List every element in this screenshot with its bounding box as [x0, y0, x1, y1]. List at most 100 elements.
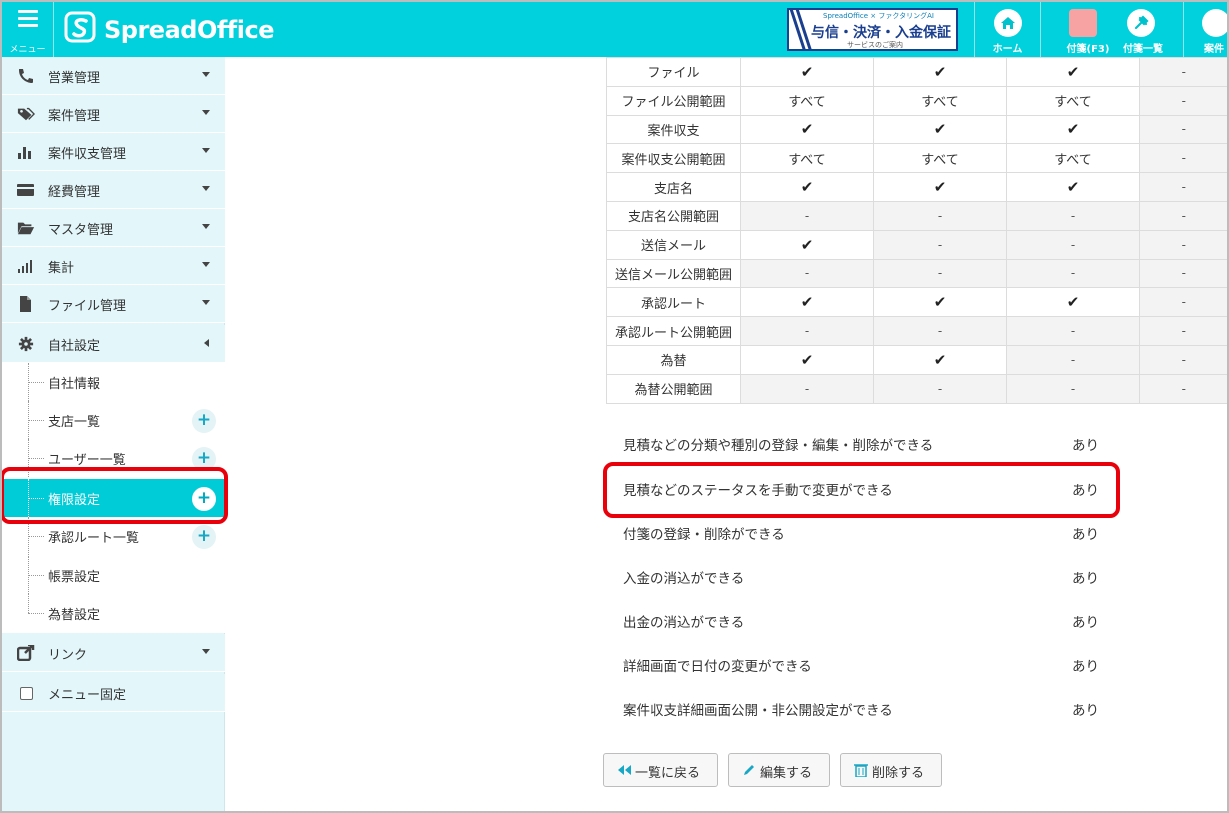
edit-button[interactable]: 編集する [728, 753, 830, 787]
sidebar-item-company-settings[interactable]: 自社設定 [2, 325, 225, 363]
menu-label: メニュー [9, 45, 46, 55]
chevron-down-icon [202, 262, 210, 267]
permission-value: あり [1072, 527, 1099, 543]
permission-value: あり [1072, 571, 1099, 587]
sidebar-item-label: 案件管理 [48, 109, 101, 124]
chevron-down-icon [202, 186, 210, 191]
sidebar-item-fix-menu[interactable]: メニュー固定 [2, 674, 225, 712]
table-cell: - [1139, 114, 1228, 145]
table-cell: - [1139, 200, 1228, 231]
sidebar-item-files[interactable]: ファイル管理 [2, 285, 225, 323]
top-header: メニュー SpreadOffice SpreadOffice × ファクタリング… [0, 0, 1229, 57]
delete-button[interactable]: 削除する [840, 753, 942, 787]
table-cell: - [1139, 85, 1228, 116]
permission-item: 案件収支詳細画面公開・非公開設定ができる あり [623, 699, 1143, 721]
table-cell: - [740, 200, 874, 231]
table-cell: - [1139, 316, 1228, 346]
tree-line [28, 458, 44, 459]
sidebar-item-sales[interactable]: 営業管理 [2, 57, 225, 95]
sidebar-item-master[interactable]: マスタ管理 [2, 209, 225, 247]
sidebar-subitem-company-info[interactable]: 自社情報 [2, 363, 225, 401]
sidebar: 営業管理 案件管理 案件収支管理 経費管理 マスタ管理 集計 ファイル管理 自社… [2, 57, 225, 811]
sidebar-item-label: 経費管理 [48, 185, 101, 200]
permission-label: 入金の消込ができる [623, 571, 745, 587]
check-icon-cell: ✔ [1006, 114, 1140, 145]
check-icon-cell: ✔ [740, 287, 874, 318]
table-cell: すべて [873, 85, 1007, 116]
sidebar-item-label: ファイル管理 [48, 299, 127, 314]
table-cell: - [1139, 344, 1228, 375]
external-link-icon [17, 645, 35, 661]
trash-icon [854, 764, 868, 777]
banner-sub-text: サービスのご案内 [847, 41, 903, 49]
sidebar-subitem-exchange[interactable]: 為替設定 [2, 594, 225, 632]
table-row: 案件収支 ✔ ✔ ✔ - [606, 114, 1228, 145]
sidebar-item-links[interactable]: リンク [2, 634, 225, 672]
tree-line [28, 575, 44, 576]
sidebar-item-cases[interactable]: 案件管理 [2, 95, 225, 133]
table-cell: - [1139, 258, 1228, 289]
check-icon-cell: ✔ [873, 172, 1007, 202]
sidebar-item-label: 集計 [48, 261, 75, 276]
table-cell: - [873, 200, 1007, 231]
file-icon [20, 296, 31, 312]
sidebar-item-label: リンク [48, 648, 88, 663]
permission-label: 出金の消込ができる [623, 615, 745, 631]
check-icon-cell: ✔ [1006, 57, 1140, 87]
row-label-cell: 為替公開範囲 [606, 373, 741, 404]
case-icon [1202, 9, 1229, 37]
checkbox-icon[interactable] [20, 687, 33, 700]
chevron-down-icon [202, 110, 210, 115]
sticky-list-button[interactable]: 付箋一覧 [1118, 0, 1182, 57]
table-cell: - [1139, 287, 1228, 318]
permission-item: 出金の消込ができる あり [623, 611, 1143, 633]
spreadoffice-logo-icon [64, 11, 96, 43]
chevron-down-icon [202, 649, 210, 654]
home-icon [994, 9, 1022, 37]
tags-icon [17, 107, 35, 121]
table-row: 送信メール ✔ - - - [606, 229, 1228, 260]
sidebar-item-case-balance[interactable]: 案件収支管理 [2, 133, 225, 171]
check-icon-cell: ✔ [740, 114, 874, 145]
phone-icon [19, 69, 33, 83]
add-branch-button[interactable]: + [192, 409, 216, 433]
menu-toggle-button[interactable]: メニュー [2, 2, 54, 57]
sidebar-item-label: メニュー固定 [48, 688, 127, 703]
table-cell: すべて [1006, 143, 1140, 174]
check-icon-cell: ✔ [740, 57, 874, 87]
sidebar-subitem-forms[interactable]: 帳票設定 [2, 556, 225, 594]
sidebar-subitem-branches[interactable]: 支店一覧 + [2, 401, 225, 439]
sidebar-subitem-label: 為替設定 [48, 608, 101, 623]
tree-line [28, 536, 44, 537]
permission-label: 詳細画面で日付の変更ができる [623, 659, 812, 675]
sidebar-item-totals[interactable]: 集計 [2, 247, 225, 285]
row-label-cell: 案件収支公開範囲 [606, 143, 741, 174]
sticky-list-label: 付箋一覧 [1123, 44, 1163, 55]
table-cell: - [1006, 229, 1140, 260]
sidebar-item-label: 営業管理 [48, 71, 101, 86]
add-approval-route-button[interactable]: + [192, 525, 216, 549]
check-icon-cell: ✔ [1006, 287, 1140, 318]
check-icon-cell: ✔ [873, 57, 1007, 87]
table-cell: - [740, 258, 874, 289]
check-icon-cell: ✔ [873, 287, 1007, 318]
sticky-note-button[interactable]: 付箋(F3) [1040, 0, 1118, 57]
back-to-list-button[interactable]: 一覧に戻る [603, 753, 718, 787]
home-button[interactable]: ホーム [974, 0, 1040, 57]
bar-chart-icon [18, 147, 31, 159]
banner-main-text: 与信・決済・入金保証 [811, 25, 951, 41]
table-cell: - [1006, 344, 1140, 375]
promo-banner[interactable]: SpreadOffice × ファクタリングAI 与信・決済・入金保証 サービス… [787, 8, 958, 51]
sidebar-subitem-label: 支店一覧 [48, 415, 101, 430]
table-row: 案件収支公開範囲 すべて すべて すべて - [606, 143, 1228, 174]
case-button[interactable]: 案件 [1183, 0, 1229, 57]
table-cell: すべて [873, 143, 1007, 174]
row-label-cell: 送信メール公開範囲 [606, 258, 741, 289]
table-cell: - [1139, 172, 1228, 202]
sidebar-item-expenses[interactable]: 経費管理 [2, 171, 225, 209]
permission-item: 入金の消込ができる あり [623, 567, 1143, 589]
backward-icon [618, 765, 631, 775]
delete-label: 削除する [872, 766, 925, 781]
tree-line [28, 420, 44, 421]
row-label-cell: 支店名 [606, 172, 741, 202]
